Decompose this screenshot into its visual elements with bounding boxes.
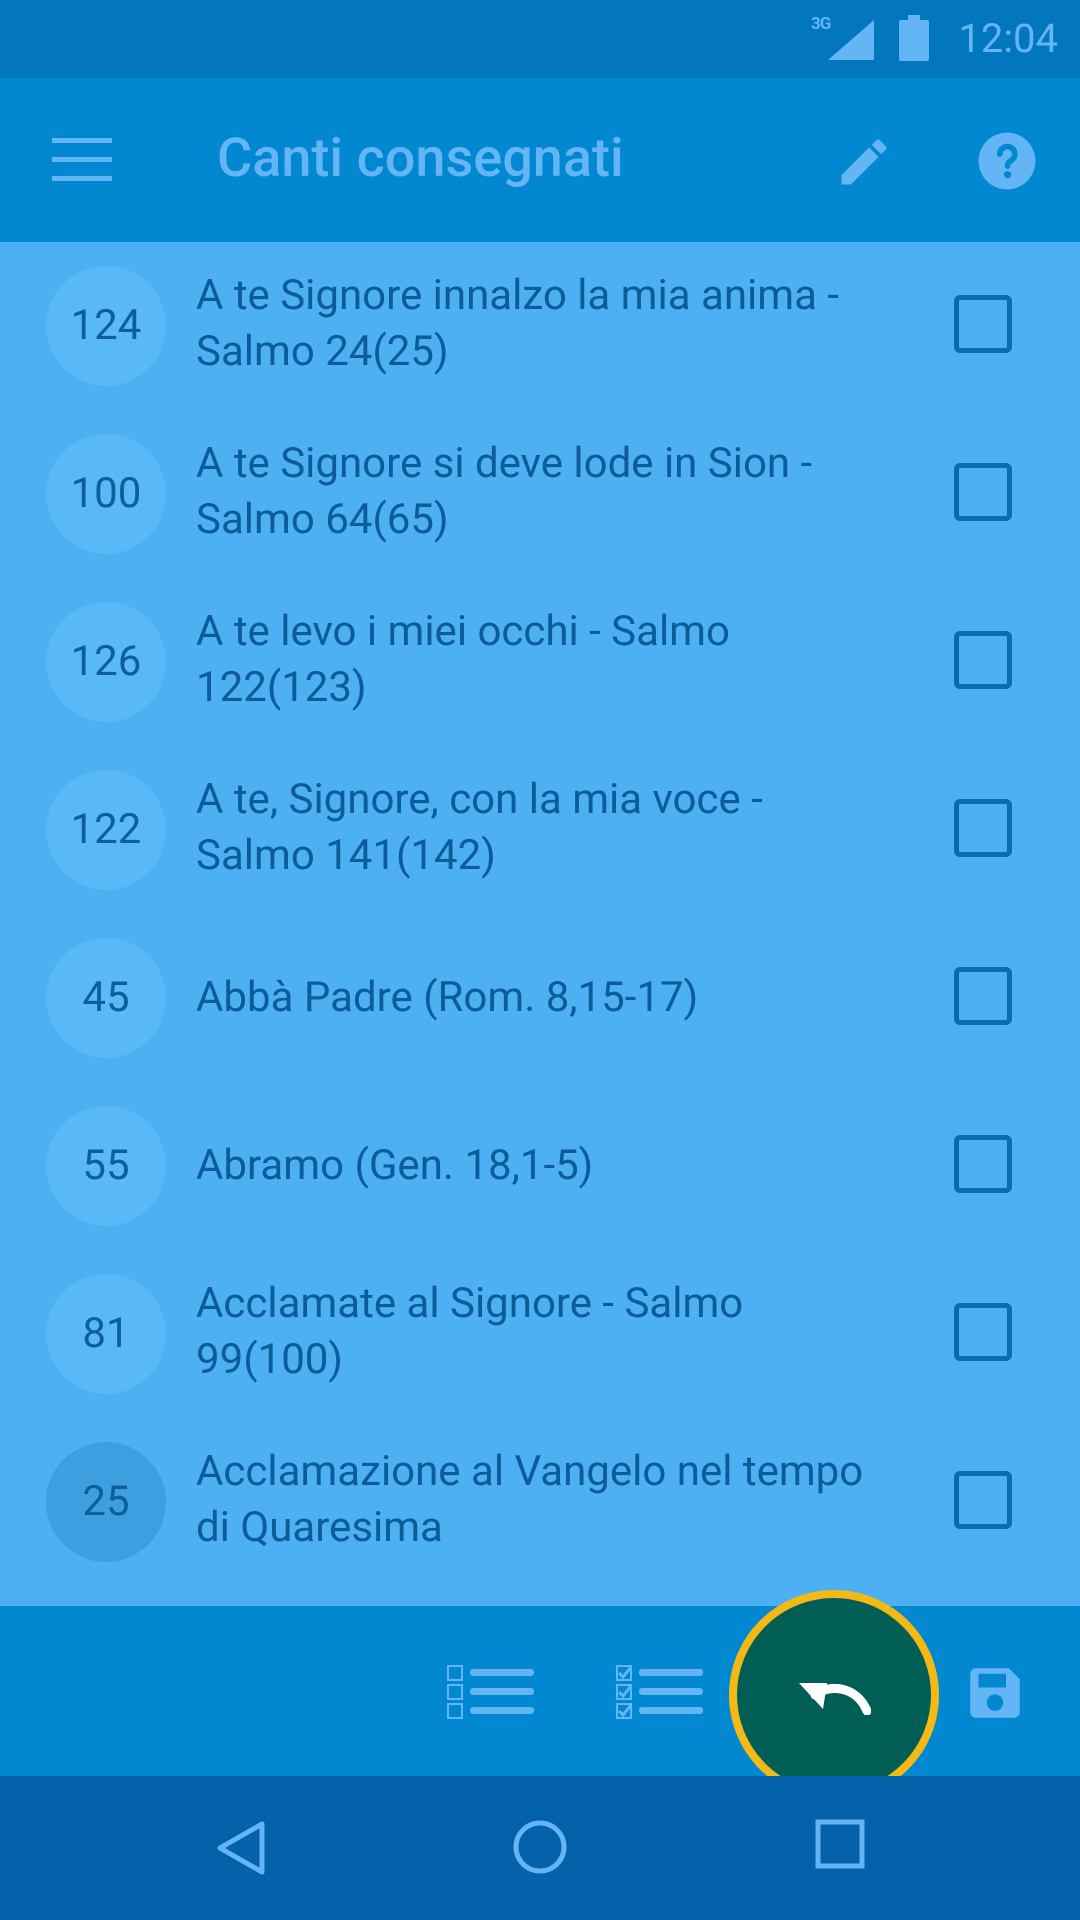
song-number: 126 xyxy=(46,602,166,722)
list-item[interactable]: 25 Acclamazione al Vangelo nel tempo di … xyxy=(0,1418,1080,1586)
help-icon[interactable] xyxy=(976,130,1038,192)
checklist-icon[interactable] xyxy=(615,1664,705,1720)
clock: 12:04 xyxy=(958,15,1058,62)
list-item[interactable]: 55 Abramo (Gen. 18,1-5) xyxy=(0,1082,1080,1250)
list-icon[interactable] xyxy=(446,1664,536,1720)
undo-icon xyxy=(799,1683,871,1715)
back-icon[interactable] xyxy=(212,1819,270,1877)
navigation-bar xyxy=(0,1776,1080,1920)
menu-icon[interactable] xyxy=(52,138,112,182)
song-number: 45 xyxy=(46,938,166,1058)
song-checkbox[interactable] xyxy=(954,799,1012,857)
song-number: 81 xyxy=(46,1274,166,1394)
recents-icon[interactable] xyxy=(815,1819,865,1869)
song-list: 124 A te Signore innalzo la mia anima - … xyxy=(0,242,1080,1606)
list-item[interactable]: 124 A te Signore innalzo la mia anima - … xyxy=(0,242,1080,410)
song-checkbox[interactable] xyxy=(954,463,1012,521)
signal-icon xyxy=(828,20,874,60)
song-title: A te Signore si deve lode in Sion - Salm… xyxy=(196,439,813,544)
song-title: A te Signore innalzo la mia anima - Salm… xyxy=(196,271,839,376)
list-item[interactable]: 100 A te Signore si deve lode in Sion - … xyxy=(0,410,1080,578)
save-icon[interactable] xyxy=(962,1660,1028,1726)
undo-button[interactable] xyxy=(729,1590,939,1800)
home-icon[interactable] xyxy=(512,1819,568,1875)
battery-icon xyxy=(899,15,929,61)
song-checkbox[interactable] xyxy=(954,967,1012,1025)
list-item[interactable]: 45 Abbà Padre (Rom. 8,15-17) xyxy=(0,914,1080,1082)
song-number: 124 xyxy=(46,266,166,386)
song-checkbox[interactable] xyxy=(954,295,1012,353)
song-title: Abbà Padre (Rom. 8,15-17) xyxy=(196,973,699,1022)
list-item[interactable]: 122 A te, Signore, con la mia voce - Sal… xyxy=(0,746,1080,914)
song-number: 25 xyxy=(46,1442,166,1562)
song-title: A te levo i miei occhi - Salmo 122(123) xyxy=(196,607,730,712)
song-checkbox[interactable] xyxy=(954,1471,1012,1529)
song-title: A te, Signore, con la mia voce - Salmo 1… xyxy=(196,775,763,880)
song-checkbox[interactable] xyxy=(954,1135,1012,1193)
song-checkbox[interactable] xyxy=(954,1303,1012,1361)
list-item[interactable]: 126 A te levo i miei occhi - Salmo 122(1… xyxy=(0,578,1080,746)
song-checkbox[interactable] xyxy=(954,631,1012,689)
status-bar: 3G 12:04 xyxy=(0,0,1080,78)
edit-icon[interactable] xyxy=(834,132,894,192)
app-bar: Canti consegnati xyxy=(0,78,1080,242)
song-number: 100 xyxy=(46,434,166,554)
list-item[interactable]: 81 Acclamate al Signore - Salmo 99(100) xyxy=(0,1250,1080,1418)
song-number: 122 xyxy=(46,770,166,890)
song-title: Abramo (Gen. 18,1-5) xyxy=(196,1141,594,1190)
network-type: 3G xyxy=(811,14,831,34)
song-number: 55 xyxy=(46,1106,166,1226)
song-title: Acclamazione al Vangelo nel tempo di Qua… xyxy=(196,1447,864,1552)
song-title: Acclamate al Signore - Salmo 99(100) xyxy=(196,1279,744,1384)
page-title: Canti consegnati xyxy=(217,127,624,190)
